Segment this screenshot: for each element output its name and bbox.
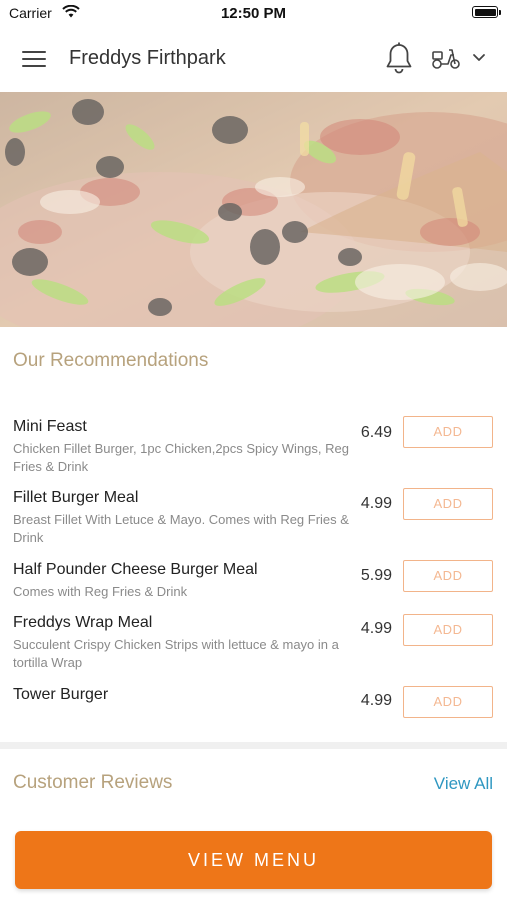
hero-pizza-image [0,92,507,327]
item-price: 5.99 [360,567,392,584]
chevron-down-icon[interactable] [472,53,486,63]
app-header: Freddys Firthpark [0,26,507,92]
item-name: Freddys Wrap Meal [13,614,153,631]
item-price: 4.99 [360,620,392,637]
item-description: Comes with Reg Fries & Drink [13,584,188,599]
add-button[interactable]: ADD [403,686,493,718]
add-button[interactable]: ADD [403,614,493,646]
status-bar: Carrier 12:50 PM [0,0,507,26]
recommendations-title: Our Recommendations [13,350,209,371]
add-button[interactable]: ADD [403,560,493,592]
item-price: 4.99 [360,495,392,512]
item-name: Mini Feast [13,418,87,435]
bell-icon[interactable] [384,42,414,76]
item-price: 6.49 [360,424,392,441]
item-description: Breast Fillet With Letuce & Mayo. Comes … [13,512,349,545]
item-name: Tower Burger [13,686,109,703]
scooter-icon[interactable] [431,46,461,70]
pizza-illustration [0,92,507,327]
add-button[interactable]: ADD [403,488,493,520]
battery-icon [472,6,498,18]
hamburger-menu-icon[interactable] [22,48,48,70]
item-name: Fillet Burger Meal [13,489,139,506]
customer-reviews-title: Customer Reviews [13,772,173,793]
add-button[interactable]: ADD [403,416,493,448]
view-menu-button[interactable]: VIEW MENU [15,831,492,889]
store-title: Freddys Firthpark [69,47,226,69]
section-divider [0,742,507,749]
view-all-link[interactable]: View All [434,774,493,794]
status-time: 12:50 PM [220,5,287,22]
item-price: 4.99 [360,692,392,709]
item-name: Half Pounder Cheese Burger Meal [13,561,258,578]
battery-tip [499,10,501,15]
item-description: Chicken Fillet Burger, 1pc Chicken,2pcs … [13,441,349,474]
item-description: Succulent Crispy Chicken Strips with let… [13,637,339,670]
